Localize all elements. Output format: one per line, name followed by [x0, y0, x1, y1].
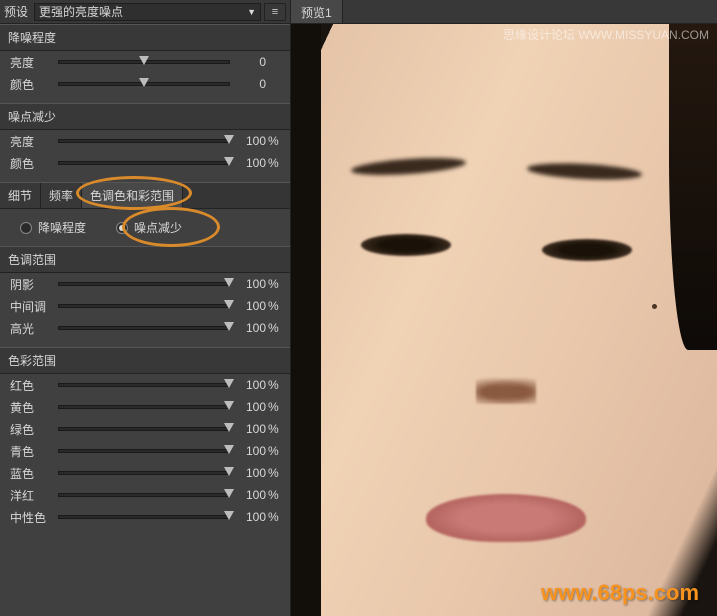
nr-color-slider[interactable] [58, 161, 230, 165]
slider-value: 0 [238, 77, 266, 91]
colorrange-row: 洋红 100% [0, 484, 290, 506]
tonal-slider[interactable] [58, 326, 230, 330]
slider-unit: % [268, 378, 282, 392]
brightness-slider-row: 亮度 0 [0, 51, 290, 73]
section-denoise-header: 降噪程度 [0, 24, 290, 51]
slider-label: 高光 [10, 320, 50, 337]
slider-label: 阴影 [10, 276, 50, 293]
section-noise-reduce-header: 噪点减少 [0, 103, 290, 130]
radio-label: 噪点减少 [134, 219, 182, 236]
nr-color-row: 颜色 100 % [0, 152, 290, 174]
slider-value: 100 [238, 400, 266, 414]
colorrange-row: 黄色 100% [0, 396, 290, 418]
section-tonal-range-header: 色调范围 [0, 246, 290, 273]
slider-value: 100 [238, 422, 266, 436]
slider-label: 中间调 [10, 298, 50, 315]
radio-icon [116, 222, 128, 234]
slider-label: 中性色 [10, 509, 50, 526]
slider-unit: % [268, 156, 282, 170]
colorrange-row: 绿色 100% [0, 418, 290, 440]
slider-label: 红色 [10, 377, 50, 394]
slider-label: 青色 [10, 443, 50, 460]
color-slider-row: 颜色 0 [0, 73, 290, 95]
nr-brightness-row: 亮度 100 % [0, 130, 290, 152]
colorrange-row: 蓝色 100% [0, 462, 290, 484]
preset-bar: 预设 更强的亮度噪点 ▼ ≡ [0, 0, 290, 24]
slider-unit: % [268, 488, 282, 502]
chevron-down-icon: ▼ [247, 7, 256, 17]
slider-value: 100 [238, 277, 266, 291]
slider-unit: % [268, 299, 282, 313]
tonal-row: 高光 100% [0, 317, 290, 339]
slider-unit: % [268, 277, 282, 291]
preview-tabs: 预览1 [291, 0, 717, 24]
slider-label: 颜色 [10, 155, 50, 172]
tonal-row: 阴影 100% [0, 273, 290, 295]
slider-unit: % [268, 444, 282, 458]
slider-value: 100 [238, 510, 266, 524]
radio-noise-reduce[interactable]: 噪点减少 [116, 219, 182, 236]
nr-brightness-slider[interactable] [58, 139, 230, 143]
watermark-top: 思缘设计论坛 WWW.MISSYUAN.COM [503, 26, 709, 43]
preset-value: 更强的亮度噪点 [39, 3, 123, 20]
tabs-bar: 细节 频率 色调色和彩范围 [0, 182, 290, 209]
tab-frequency[interactable]: 频率 [41, 183, 82, 208]
slider-label: 亮度 [10, 133, 50, 150]
radio-row: 降噪程度 噪点减少 [0, 209, 290, 246]
slider-unit: % [268, 134, 282, 148]
tonal-slider[interactable] [58, 304, 230, 308]
colorrange-row: 中性色 100% [0, 506, 290, 528]
color-slider[interactable] [58, 82, 230, 86]
slider-label: 绿色 [10, 421, 50, 438]
tab-tonal-color-range[interactable]: 色调色和彩范围 [82, 183, 183, 208]
colorrange-row: 青色 100% [0, 440, 290, 462]
tonal-slider[interactable] [58, 282, 230, 286]
preview-tab-1[interactable]: 预览1 [291, 0, 343, 23]
radio-icon [20, 222, 32, 234]
section-color-range-header: 色彩范围 [0, 347, 290, 374]
preset-label: 预设 [4, 3, 28, 20]
preset-menu-button[interactable]: ≡ [264, 3, 286, 21]
slider-unit: % [268, 510, 282, 524]
colorrange-slider[interactable] [58, 405, 230, 409]
colorrange-slider[interactable] [58, 493, 230, 497]
slider-value: 100 [238, 156, 266, 170]
colorrange-row: 红色 100% [0, 374, 290, 396]
watermark-bottom: www.68ps.com [541, 580, 699, 606]
slider-unit: % [268, 321, 282, 335]
preset-dropdown[interactable]: 更强的亮度噪点 ▼ [34, 3, 261, 21]
slider-value: 100 [238, 488, 266, 502]
preview-image: 思缘设计论坛 WWW.MISSYUAN.COM www.68ps.com [291, 24, 717, 616]
slider-label: 洋红 [10, 487, 50, 504]
colorrange-slider[interactable] [58, 449, 230, 453]
slider-value: 0 [238, 55, 266, 69]
brightness-slider[interactable] [58, 60, 230, 64]
settings-panel: 预设 更强的亮度噪点 ▼ ≡ 降噪程度 亮度 0 颜色 0 噪点减少 亮度 10… [0, 0, 290, 616]
slider-label: 颜色 [10, 76, 50, 93]
preview-pane: 预览1 思缘设计论坛 WWW.MISSYUAN.COM www.68ps.com [290, 0, 717, 616]
colorrange-slider[interactable] [58, 383, 230, 387]
slider-value: 100 [238, 299, 266, 313]
radio-denoise-level[interactable]: 降噪程度 [20, 219, 86, 236]
slider-value: 100 [238, 444, 266, 458]
slider-label: 黄色 [10, 399, 50, 416]
colorrange-slider[interactable] [58, 471, 230, 475]
slider-value: 100 [238, 134, 266, 148]
slider-value: 100 [238, 321, 266, 335]
slider-value: 100 [238, 378, 266, 392]
colorrange-slider[interactable] [58, 427, 230, 431]
slider-value: 100 [238, 466, 266, 480]
slider-unit: % [268, 400, 282, 414]
slider-unit: % [268, 466, 282, 480]
slider-label: 亮度 [10, 54, 50, 71]
tonal-row: 中间调 100% [0, 295, 290, 317]
slider-label: 蓝色 [10, 465, 50, 482]
colorrange-slider[interactable] [58, 515, 230, 519]
radio-label: 降噪程度 [38, 219, 86, 236]
slider-unit: % [268, 422, 282, 436]
tab-detail[interactable]: 细节 [0, 183, 41, 208]
